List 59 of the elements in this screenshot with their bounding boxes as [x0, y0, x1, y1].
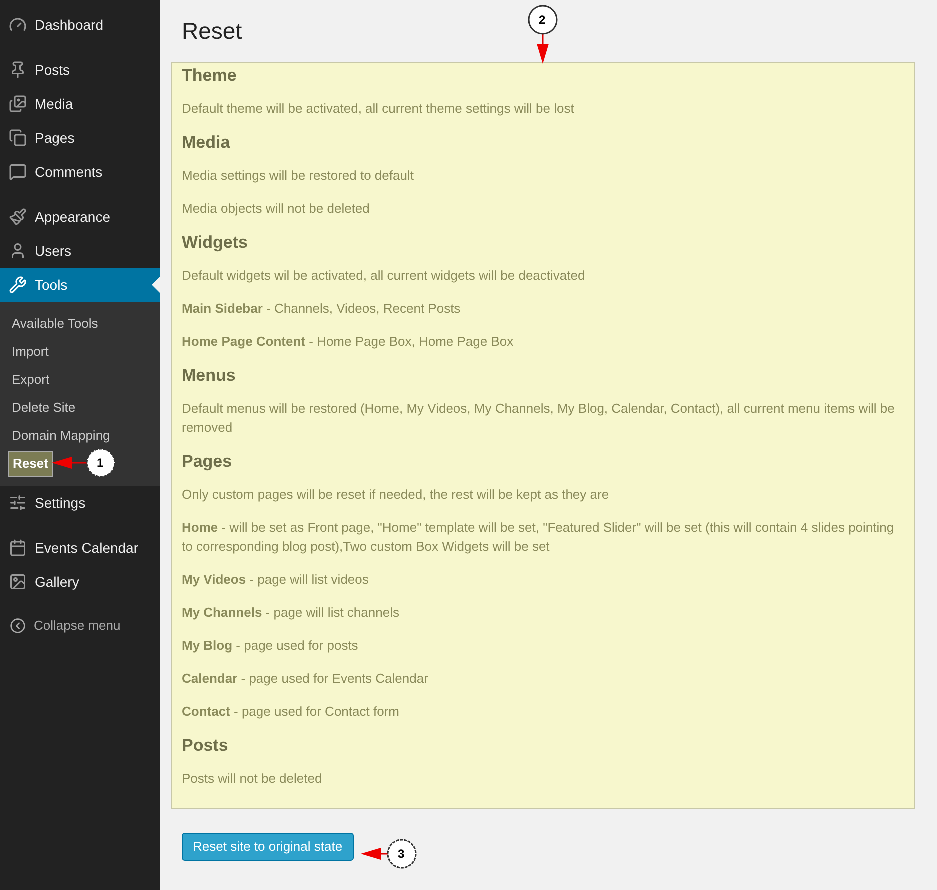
callout-number: 3 [398, 848, 405, 860]
submenu-item[interactable]: Available Tools [8, 314, 102, 334]
section-text: Calendar - page used for Events Calendar [182, 670, 430, 688]
callout-number: 2 [539, 14, 546, 26]
section-text: Contact - page used for Contact form [182, 703, 400, 721]
menu-item[interactable]: Appearance [0, 200, 160, 234]
menu-item[interactable]: Pages [0, 121, 160, 155]
section-text: Media objects will not be deleted [182, 200, 371, 218]
submenu-item[interactable]: Domain Mapping [8, 426, 114, 446]
section-text: Home Page Content - Home Page Box, Home Page Box [182, 333, 515, 351]
section-text: My Blog - page used for posts [182, 637, 360, 655]
section-heading: Pages [182, 451, 234, 473]
section-heading: Media [182, 132, 232, 154]
speech-bubble-icon [9, 163, 27, 181]
section-text: Default menus will be restored (Home, My Videos, My Channels, My Blog, Calendar, Contact), all current menu items will be removed [182, 400, 896, 437]
section-text: Posts will not be deleted [182, 770, 324, 788]
menu-item[interactable]: Users [0, 234, 160, 268]
menu-item[interactable]: Events Calendar [0, 531, 160, 565]
section-heading: Menus [182, 365, 237, 387]
callout-arrow [52, 447, 117, 479]
submenu-item[interactable]: Export [8, 370, 54, 390]
section-heading: Widgets [182, 232, 249, 254]
collapse-menu-button[interactable]: Collapse menu [0, 609, 160, 643]
section-text: Main Sidebar - Channels, Videos, Recent Posts [182, 300, 462, 318]
paintbrush-icon [9, 208, 27, 226]
section-heading: Posts [182, 735, 230, 757]
submenu-item[interactable]: Import [8, 342, 53, 362]
submenu-item[interactable]: Delete Site [8, 398, 80, 418]
section-text: Default theme will be activated, all current theme settings will be lost [182, 100, 576, 118]
pin-icon [9, 61, 27, 79]
pages-icon [9, 129, 27, 147]
menu-item[interactable]: Posts [0, 53, 160, 87]
section-heading: Theme [182, 65, 238, 87]
section-text: My Channels - page will list channels [182, 604, 400, 622]
image-icon [9, 573, 27, 591]
callout-arrow [527, 4, 559, 64]
callout-number: 1 [97, 457, 104, 469]
section-text: Home - will be set as Front page, "Home" template will be set, "Featured Slider" will be set (this will contain 4 slides pointing to corresponding blog post),Two custom Box Widgets will be set [182, 519, 896, 556]
collapse-icon [10, 618, 26, 634]
menu-item[interactable]: Tools [0, 268, 160, 302]
page-title: Reset [182, 17, 242, 45]
menu-item[interactable]: Media [0, 87, 160, 121]
callout-arrow [361, 838, 418, 870]
menu-item[interactable]: Gallery [0, 565, 160, 599]
submenu-item[interactable]: Reset [8, 451, 54, 477]
section-text: Default widgets wil be activated, all current widgets will be deactivated [182, 267, 586, 285]
media-icon [9, 95, 27, 113]
section-text: Only custom pages will be reset if needed, the rest will be kept as they are [182, 486, 610, 504]
user-icon [9, 242, 27, 260]
gauge-icon [9, 16, 27, 34]
menu-item[interactable]: Dashboard [0, 8, 160, 42]
sliders-icon [9, 494, 27, 512]
menu-item[interactable]: Comments [0, 155, 160, 189]
section-text: My Videos - page will list videos [182, 571, 370, 589]
section-text: Media settings will be restored to default [182, 167, 415, 185]
current-indicator-icon [152, 277, 160, 293]
calendar-icon [9, 539, 27, 557]
menu-item[interactable]: Settings [0, 486, 160, 520]
wrench-icon [9, 276, 27, 294]
